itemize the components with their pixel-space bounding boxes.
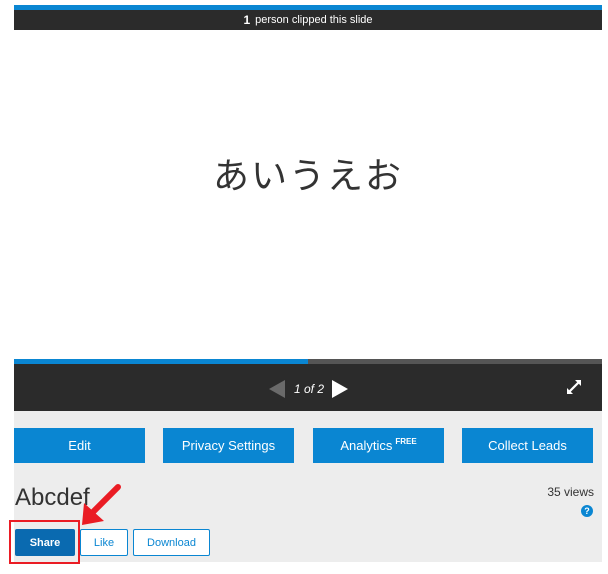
analytics-label: Analytics xyxy=(340,438,393,453)
help-icon[interactable]: ? xyxy=(581,505,593,517)
next-slide-icon[interactable] xyxy=(332,380,348,398)
like-button[interactable]: Like xyxy=(80,529,128,556)
edit-button[interactable]: Edit xyxy=(14,428,145,463)
download-button[interactable]: Download xyxy=(133,529,210,556)
red-arrow-icon xyxy=(82,484,121,525)
slide-view[interactable]: あいうえお xyxy=(14,30,602,359)
privacy-settings-button[interactable]: Privacy Settings xyxy=(163,428,294,463)
expand-icon[interactable] xyxy=(566,379,582,395)
slide-actions: Edit Privacy Settings Analytics FREE Coll… xyxy=(14,428,602,464)
highlight-box xyxy=(9,520,80,564)
clip-text: person clipped this slide xyxy=(255,14,373,26)
view-count: 35 views xyxy=(547,485,594,499)
previous-slide-icon[interactable] xyxy=(269,380,285,398)
clip-count-bar: 1 person clipped this slide xyxy=(14,10,602,30)
player-controls: 1 of 2 xyxy=(14,364,602,411)
clip-count: 1 xyxy=(243,13,251,27)
slide-text: あいうえお xyxy=(212,155,403,197)
analytics-button[interactable]: Analytics FREE xyxy=(313,428,444,463)
free-badge: FREE xyxy=(395,437,417,446)
collect-leads-button[interactable]: Collect Leads xyxy=(462,428,593,463)
page-indicator: 1 of 2 xyxy=(294,382,325,396)
